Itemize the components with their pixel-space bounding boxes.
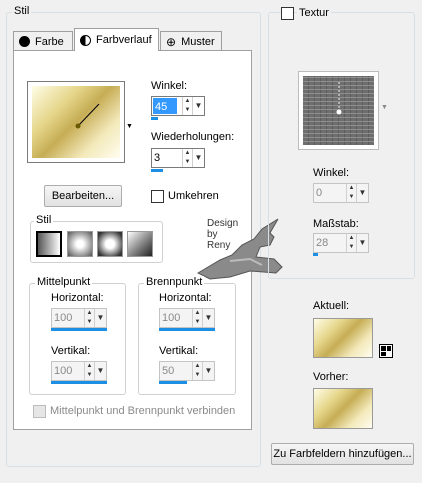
tab-farbverlauf-label: Farbverlauf bbox=[96, 34, 152, 46]
verbinden-checkbox[interactable] bbox=[33, 405, 46, 418]
wiederholungen-value[interactable]: 3 bbox=[152, 149, 182, 167]
textur-angle-handle-icon[interactable] bbox=[303, 76, 374, 145]
brennpunkt-vertikal-value[interactable]: 50 bbox=[160, 362, 192, 380]
textur-preview[interactable] bbox=[298, 71, 379, 150]
brennpunkt-horizontal-slider[interactable] bbox=[159, 328, 215, 331]
umkehren-checkbox[interactable] bbox=[151, 190, 164, 203]
mittelpunkt-horizontal-value[interactable]: 100 bbox=[52, 309, 84, 327]
winkel-spinner[interactable]: 45 ▲ ▼ ▼ bbox=[151, 96, 205, 116]
stil-group-label: Stil bbox=[12, 5, 32, 17]
style-rectangular-button[interactable] bbox=[67, 231, 93, 257]
winkel-slider[interactable] bbox=[151, 117, 158, 120]
textur-winkel-spinner[interactable]: 0 ▲ ▼ ▼ bbox=[313, 183, 369, 203]
textur-massstab-slider[interactable] bbox=[313, 253, 318, 256]
vorher-label: Vorher: bbox=[313, 371, 349, 383]
textur-label: Textur bbox=[297, 7, 331, 19]
umkehren-label: Umkehren bbox=[168, 190, 219, 202]
mittelpunkt-vertikal-spinner[interactable]: 100 ▲ ▼ ▼ bbox=[51, 361, 107, 381]
textur-massstab-label: Maßstab: bbox=[313, 218, 359, 230]
mittelpunkt-horizontal-label: Horizontal: bbox=[51, 292, 104, 304]
brennpunkt-horizontal-spinner[interactable]: 100 ▲ ▼ ▼ bbox=[159, 308, 215, 328]
brennpunkt-vertikal-label: Vertikal: bbox=[159, 345, 199, 357]
winkel-stepper[interactable]: ▲ ▼ bbox=[182, 97, 192, 115]
tab-farbverlauf[interactable]: Farbverlauf bbox=[74, 28, 159, 51]
tab-farbe[interactable]: Farbe bbox=[13, 31, 73, 51]
style-linear-button[interactable] bbox=[36, 231, 62, 257]
verbinden-label: Mittelpunkt und Brennpunkt verbinden bbox=[50, 405, 236, 417]
textur-massstab-spinner[interactable]: 28 ▲ ▼ ▼ bbox=[313, 233, 369, 253]
stil-style-label: Stil bbox=[34, 214, 54, 226]
mittelpunkt-horizontal-slider[interactable] bbox=[51, 328, 107, 331]
gradient-preview[interactable] bbox=[27, 81, 125, 163]
brennpunkt-horizontal-label: Horizontal: bbox=[159, 292, 212, 304]
winkel-value[interactable]: 45 bbox=[153, 98, 177, 114]
swap-colors-icon[interactable] bbox=[379, 344, 393, 358]
aktuell-swatch[interactable] bbox=[313, 318, 373, 358]
mittelpunkt-horizontal-spinner[interactable]: 100 ▲ ▼ ▼ bbox=[51, 308, 107, 328]
wiederholungen-dropdown[interactable]: ▼ bbox=[192, 149, 204, 167]
winkel-label: Winkel: bbox=[151, 80, 188, 92]
brennpunkt-vertikal-spinner[interactable]: 50 ▲ ▼ ▼ bbox=[159, 361, 215, 381]
vorher-swatch[interactable] bbox=[313, 388, 373, 429]
mittelpunkt-vertikal-label: Vertikal: bbox=[51, 345, 91, 357]
wiederholungen-stepper[interactable]: ▲ ▼ bbox=[182, 149, 192, 167]
style-sunburst-button[interactable] bbox=[127, 231, 153, 257]
textur-massstab-value[interactable]: 28 bbox=[314, 234, 346, 252]
wiederholungen-label: Wiederholungen: bbox=[151, 131, 235, 143]
mittelpunkt-vertikal-value[interactable]: 100 bbox=[52, 362, 84, 380]
aktuell-label: Aktuell: bbox=[313, 300, 350, 312]
textur-winkel-label: Winkel: bbox=[313, 167, 350, 179]
textur-dropdown-arrow-icon[interactable]: ▼ bbox=[381, 104, 388, 111]
color-circle-icon bbox=[19, 36, 30, 47]
gradient-angle-handle-icon[interactable] bbox=[32, 86, 120, 158]
textur-winkel-value[interactable]: 0 bbox=[314, 184, 346, 202]
tab-muster-label: Muster bbox=[181, 35, 215, 48]
wiederholungen-spinner[interactable]: 3 ▲ ▼ ▼ bbox=[151, 148, 205, 168]
brennpunkt-label: Brennpunkt bbox=[144, 276, 205, 288]
gradient-half-circle-icon bbox=[80, 34, 91, 46]
style-radial-button[interactable] bbox=[97, 231, 123, 257]
bearbeiten-button[interactable]: Bearbeiten... bbox=[44, 185, 122, 207]
brennpunkt-horizontal-value[interactable]: 100 bbox=[160, 309, 192, 327]
tab-muster[interactable]: ⊕ Muster bbox=[160, 31, 222, 51]
gradient-dropdown-arrow-icon[interactable]: ▼ bbox=[126, 123, 133, 130]
textur-checkbox[interactable] bbox=[281, 7, 294, 20]
mittelpunkt-label: Mittelpunkt bbox=[35, 276, 93, 288]
winkel-dropdown[interactable]: ▼ bbox=[192, 97, 204, 115]
mittelpunkt-vertikal-slider[interactable] bbox=[51, 381, 107, 384]
pattern-grid-icon: ⊕ bbox=[166, 34, 177, 49]
brennpunkt-vertikal-slider[interactable] bbox=[159, 381, 187, 384]
tab-farbe-label: Farbe bbox=[35, 35, 64, 48]
wiederholungen-slider[interactable] bbox=[151, 169, 163, 172]
add-to-swatches-button[interactable]: Zu Farbfeldern hinzufügen... bbox=[271, 443, 414, 465]
